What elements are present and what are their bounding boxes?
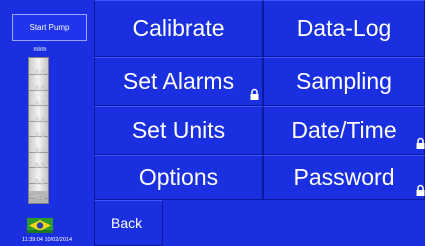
gauge-tick: 0.8 (29, 86, 48, 93)
timestamp: 11:39:04 10/02/2014 (21, 237, 73, 243)
data-log-button[interactable]: Data-Log (263, 0, 425, 57)
date-time-button[interactable]: Date/Time (263, 106, 425, 155)
gauge-tick-label: 0.6 (35, 116, 45, 124)
back-label: Back (111, 215, 143, 231)
gauge-tick-label: 0.3 (35, 163, 45, 170)
back-button[interactable]: Back (94, 200, 163, 246)
gauge-tick: 0.4 (29, 148, 48, 155)
calibrate-button[interactable]: Calibrate (94, 0, 263, 57)
sampling-label: Sampling (296, 68, 392, 94)
password-label: Password (293, 164, 395, 190)
gauge-tick: 0.5 (29, 132, 48, 139)
pump-control-screen: Start Pump ml/m 0.9 0.8 0.7 0.6 0.5 0.4 0.3 0.2… (0, 0, 425, 246)
set-alarms-button[interactable]: Set Alarms (94, 57, 263, 106)
gauge-tick: 0.9 (29, 70, 48, 77)
lock-icon (416, 137, 425, 149)
set-units-label: Set Units (131, 117, 226, 143)
set-units-button[interactable]: Set Units (94, 106, 263, 155)
date-time-label: Date/Time (291, 117, 397, 143)
gauge-tick-label: 0.8 (35, 85, 45, 93)
gauge-tick-label: 0.4 (35, 147, 45, 155)
gauge-tick-label: 0.9 (35, 70, 45, 77)
options-button[interactable]: Options (94, 155, 263, 200)
gauge-tick: 0.1 (29, 194, 48, 201)
gauge-tick-label: 0.2 (35, 178, 45, 186)
gauge-tick-label: 0.5 (35, 132, 45, 139)
set-alarms-label: Set Alarms (122, 68, 235, 94)
lock-icon (416, 184, 425, 196)
flow-gauge: 0.9 0.8 0.7 0.6 0.5 0.4 0.3 0.2 0.1 (28, 57, 49, 204)
unit-label: ml/m (33, 47, 47, 53)
lock-icon (250, 88, 259, 100)
gauge-tick-label: 0.7 (35, 101, 45, 108)
gauge-tick: 0.6 (29, 117, 48, 124)
calibrate-label: Calibrate (132, 15, 225, 41)
password-button[interactable]: Password (263, 155, 425, 200)
gauge-tick-label: 0.1 (35, 194, 45, 201)
options-label: Options (138, 164, 219, 190)
gauge-tick: 0.3 (29, 163, 48, 170)
sampling-button[interactable]: Sampling (263, 57, 425, 106)
gauge-tick: 0.7 (29, 101, 48, 108)
data-log-label: Data-Log (296, 15, 392, 41)
flag-logo-icon (27, 218, 53, 233)
gauge-tick: 0.2 (29, 179, 48, 186)
gauge-panel: Start Pump ml/m 0.9 0.8 0.7 0.6 0.5 0.4 0.3 0.2… (0, 0, 94, 246)
start-pump-button[interactable]: Start Pump (12, 14, 87, 41)
